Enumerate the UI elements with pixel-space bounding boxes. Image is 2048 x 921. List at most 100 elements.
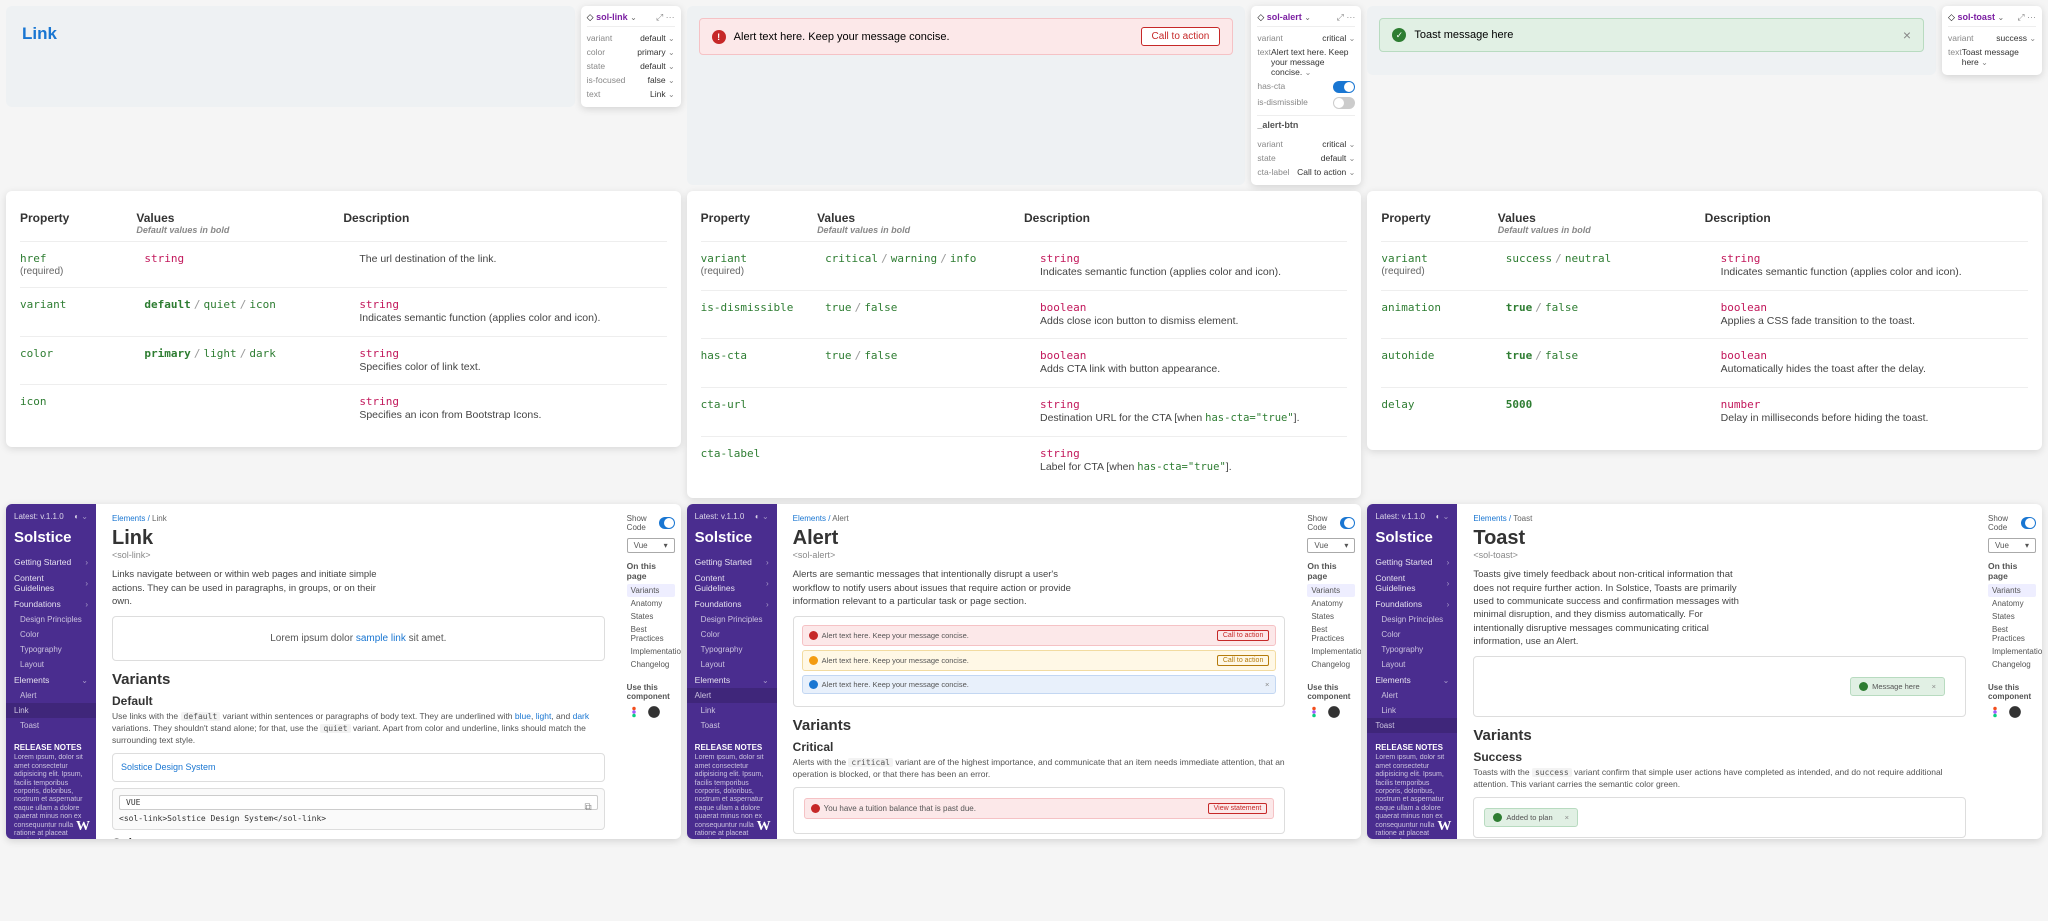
sidebar-item[interactable]: Foundations›	[1375, 596, 1449, 612]
sidebar-subitem[interactable]: Color	[14, 627, 88, 642]
framework-dropdown[interactable]: Vue ▾	[627, 538, 675, 553]
theme-toggle-icon[interactable]: ◐ ⌄	[74, 512, 88, 521]
sidebar-item[interactable]: Content Guidelines›	[1375, 570, 1449, 596]
framework-dropdown[interactable]: Vue ▾	[1307, 538, 1355, 553]
toc-item[interactable]: States	[627, 610, 675, 623]
toc-item[interactable]: Changelog	[1307, 658, 1355, 671]
framework-dropdown[interactable]: Vue ▾	[1988, 538, 2036, 553]
sidebar-subitem[interactable]: Toast	[14, 718, 88, 733]
link-sample[interactable]: Link	[22, 24, 57, 43]
toc-item[interactable]: Changelog	[1988, 658, 2036, 671]
toc-item[interactable]: Variants	[1988, 584, 2036, 597]
mini-cta[interactable]: Call to action	[1217, 630, 1269, 641]
sidebar-subitem[interactable]: Typography	[1375, 642, 1449, 657]
crumb-elements[interactable]: Elements	[1473, 514, 1506, 523]
sidebar-item[interactable]: Getting Started›	[1375, 554, 1449, 570]
view-statement-button[interactable]: View statement	[1208, 803, 1268, 814]
toc-item[interactable]: Changelog	[627, 658, 675, 671]
toc-item[interactable]: Best Practices	[1988, 623, 2036, 645]
sidebar: Latest: v.1.1.0◐ ⌄ Solstice Getting Star…	[6, 504, 96, 839]
sidebar-item[interactable]: Foundations›	[14, 596, 88, 612]
inspector-actions[interactable]: ⤢ ⋯	[1337, 12, 1356, 23]
sidebar-subitem[interactable]: Layout	[1375, 657, 1449, 672]
toc-item[interactable]: States	[1988, 610, 2036, 623]
figma-icon[interactable]	[1988, 705, 2002, 719]
show-code-toggle[interactable]	[659, 517, 674, 529]
close-icon[interactable]: ×	[1903, 27, 1911, 43]
inspector-row: textLink ⌄	[587, 87, 675, 101]
crumb-elements[interactable]: Elements	[793, 514, 826, 523]
theme-toggle-icon[interactable]: ◐ ⌄	[755, 512, 769, 521]
show-code-toggle[interactable]	[1340, 517, 1355, 529]
sidebar-subitem[interactable]: Design Principles	[1375, 612, 1449, 627]
copy-icon[interactable]: ⧉	[585, 802, 592, 813]
github-icon[interactable]	[1327, 705, 1341, 719]
sidebar-item-elements[interactable]: Elements⌄	[695, 672, 769, 688]
component-tag: <sol-link>	[112, 550, 605, 560]
toc-item[interactable]: Anatomy	[1307, 597, 1355, 610]
component-tag: <sol-toast>	[1473, 550, 1966, 560]
toc-item[interactable]: Anatomy	[627, 597, 675, 610]
lead-text: Alerts are semantic messages that intent…	[793, 568, 1073, 608]
close-icon[interactable]: ×	[1265, 680, 1269, 689]
sidebar-subitem[interactable]: Link	[6, 703, 96, 718]
sidebar-item-elements[interactable]: Elements⌄	[14, 672, 88, 688]
inspector-row: variantsuccess ⌄	[1948, 31, 2036, 45]
sidebar-subitem[interactable]: Link	[1375, 703, 1449, 718]
toc-item[interactable]: Implementation	[1307, 645, 1355, 658]
sidebar-subitem[interactable]: Layout	[14, 657, 88, 672]
property-row: variant(required)critical / warning / in…	[701, 241, 1348, 290]
close-icon[interactable]: ×	[1932, 682, 1936, 691]
sidebar-subitem[interactable]: Color	[695, 627, 769, 642]
sidebar-subitem[interactable]: Typography	[14, 642, 88, 657]
sidebar-item-elements[interactable]: Elements⌄	[1375, 672, 1449, 688]
sidebar-item[interactable]: Content Guidelines›	[14, 570, 88, 596]
inspector-actions[interactable]: ⤢ ⋯	[656, 12, 675, 23]
alert-text: Alert text here. Keep your message conci…	[734, 31, 950, 43]
mini-cta[interactable]: Call to action	[1217, 655, 1269, 666]
show-code-label: Show Code	[627, 514, 656, 532]
toc-item[interactable]: Best Practices	[1307, 623, 1355, 645]
sidebar-subitem[interactable]: Alert	[687, 688, 777, 703]
show-code-toggle[interactable]	[2021, 517, 2036, 529]
toc-item[interactable]: States	[1307, 610, 1355, 623]
toc-item[interactable]: Best Practices	[627, 623, 675, 645]
theme-toggle-icon[interactable]: ◐ ⌄	[1436, 512, 1450, 521]
sidebar-subitem[interactable]: Typography	[695, 642, 769, 657]
alert-cta-button[interactable]: Call to action	[1141, 27, 1221, 46]
brand: Solstice	[1375, 529, 1449, 546]
inspector-row: statedefault ⌄	[587, 59, 675, 73]
alert-doc-page: Latest: v.1.1.0◐ ⌄ Solstice Getting Star…	[687, 504, 1362, 839]
sidebar-item[interactable]: Getting Started›	[695, 554, 769, 570]
figma-icon[interactable]	[1307, 705, 1321, 719]
sidebar-subitem[interactable]: Alert	[1375, 688, 1449, 703]
property-row: variantdefault / quiet / iconstringIndic…	[20, 287, 667, 336]
inspector-actions[interactable]: ⤢ ⋯	[2017, 12, 2036, 23]
sidebar-item[interactable]: Getting Started›	[14, 554, 88, 570]
toc-item[interactable]: Implementation	[627, 645, 675, 658]
figma-icon[interactable]	[627, 705, 641, 719]
sidebar-subitem[interactable]: Toast	[1367, 718, 1457, 733]
sidebar-subitem[interactable]: Color	[1375, 627, 1449, 642]
sidebar-subitem[interactable]: Layout	[695, 657, 769, 672]
close-icon[interactable]: ×	[1565, 813, 1569, 822]
col-values: Values	[136, 211, 174, 225]
sidebar-subitem[interactable]: Design Principles	[14, 612, 88, 627]
framework-select[interactable]: VUE⧉	[119, 795, 598, 810]
sidebar-subitem[interactable]: Toast	[695, 718, 769, 733]
sidebar-item[interactable]: Foundations›	[695, 596, 769, 612]
toc-item[interactable]: Variants	[627, 584, 675, 597]
github-icon[interactable]	[2008, 705, 2022, 719]
toc-item[interactable]: Anatomy	[1988, 597, 2036, 610]
crumb-elements[interactable]: Elements	[112, 514, 145, 523]
chip-link[interactable]: Solstice Design System	[121, 762, 216, 772]
sample-link[interactable]: sample link	[356, 633, 406, 644]
github-icon[interactable]	[647, 705, 661, 719]
sidebar-subitem[interactable]: Link	[695, 703, 769, 718]
toc-item[interactable]: Variants	[1307, 584, 1355, 597]
sidebar-item[interactable]: Content Guidelines›	[695, 570, 769, 596]
sidebar-subitem[interactable]: Alert	[14, 688, 88, 703]
toc-item[interactable]: Implementation	[1988, 645, 2036, 658]
sidebar-subitem[interactable]: Design Principles	[695, 612, 769, 627]
version-label: Latest: v.1.1.0	[14, 512, 64, 521]
